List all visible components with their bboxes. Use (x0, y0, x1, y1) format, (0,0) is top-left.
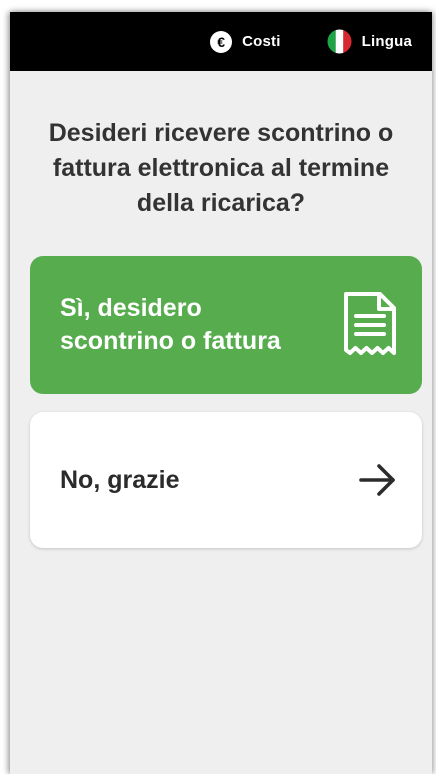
question-title: Desideri ricevere scontrino o fattura el… (48, 119, 394, 217)
yes-receipt-label: Sì, desidero scontrino o fattura (60, 294, 281, 355)
arrow-right-icon (359, 464, 395, 496)
receipt-icon (344, 292, 396, 355)
costs-button[interactable]: € Costi (210, 30, 281, 53)
language-label: Lingua (361, 33, 412, 50)
language-button[interactable]: Lingua (327, 29, 412, 54)
no-thanks-button[interactable]: No, grazie (30, 412, 422, 548)
italian-flag-icon (327, 29, 352, 54)
no-thanks-label: No, grazie (60, 465, 180, 494)
euro-icon: € (210, 30, 233, 53)
yes-receipt-button[interactable]: Sì, desidero scontrino o fattura (30, 256, 422, 394)
screen: € Costi Lingua Desideri ricevere scontri… (10, 12, 432, 774)
costs-label: Costi (242, 33, 281, 50)
top-bar: € Costi Lingua (10, 12, 432, 71)
